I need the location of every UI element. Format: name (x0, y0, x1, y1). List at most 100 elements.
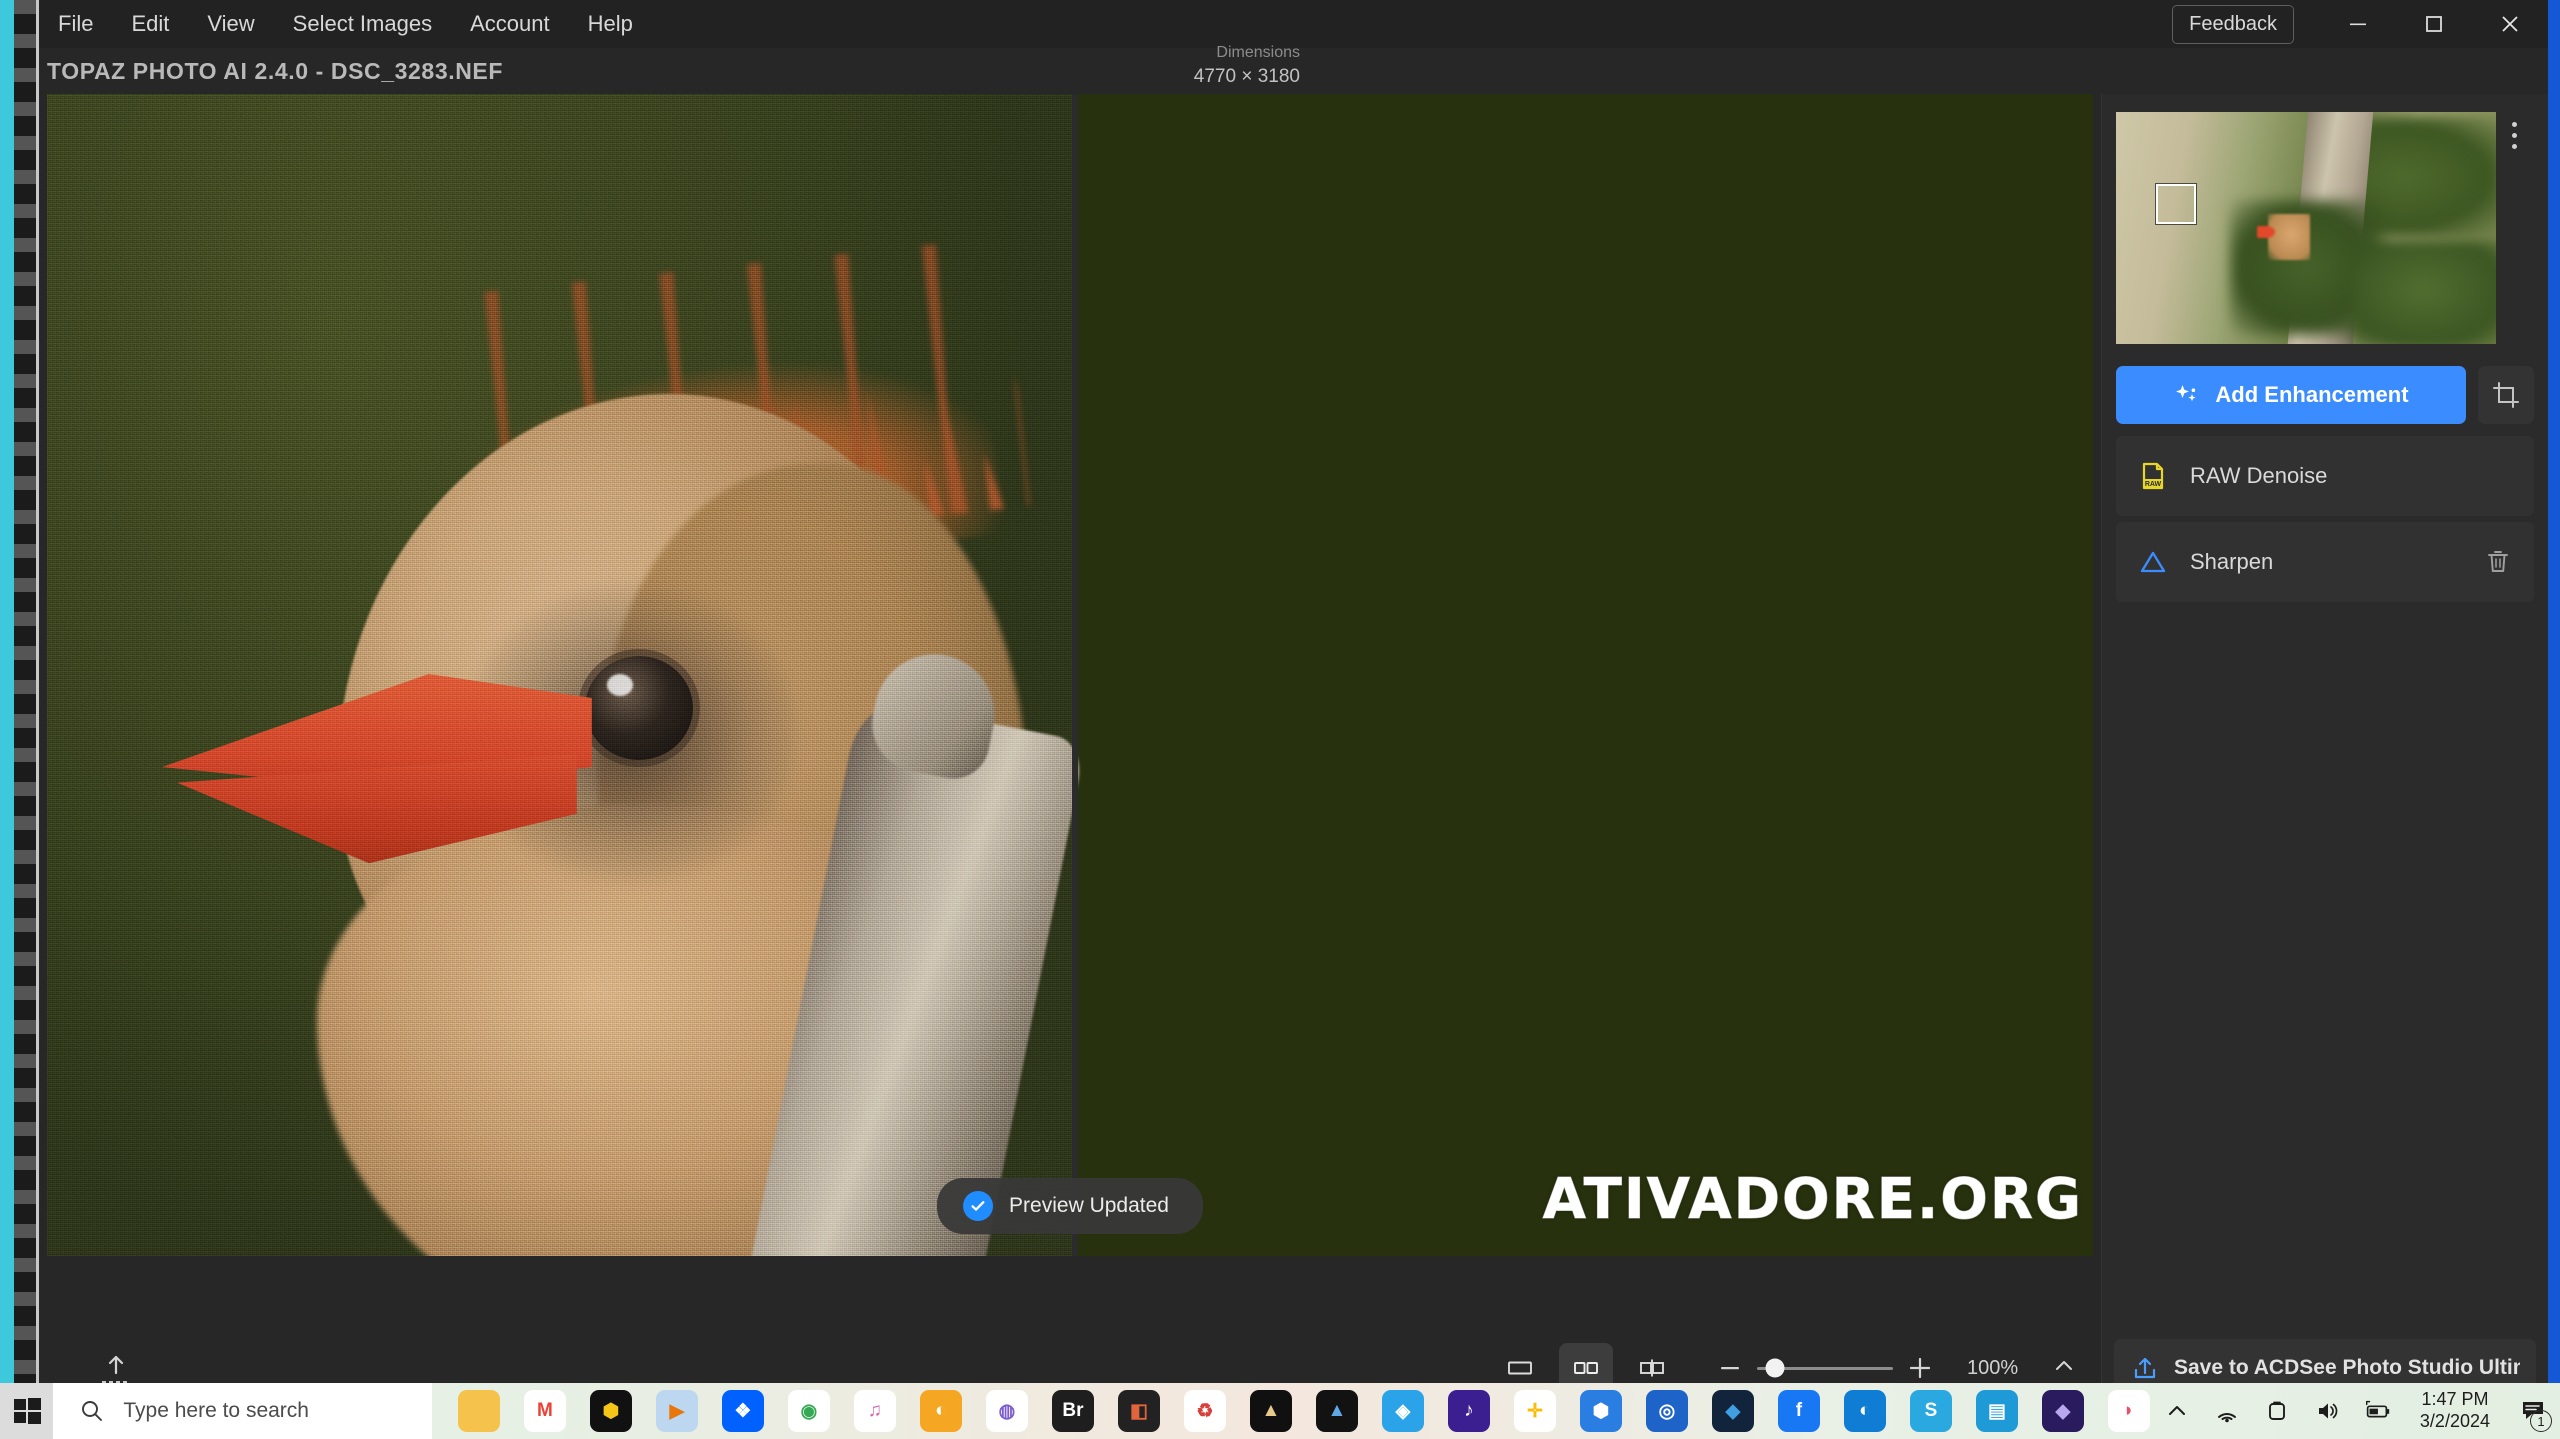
menu-item-account[interactable]: Account (451, 5, 569, 43)
taskbar-app-skype[interactable]: S (1898, 1383, 1964, 1439)
menu-item-file[interactable]: File (39, 5, 112, 43)
enhancement-row-sharpen[interactable]: Sharpen (2116, 522, 2534, 602)
zoom-out-button[interactable] (1717, 1355, 1743, 1381)
menu-item-edit[interactable]: Edit (112, 5, 188, 43)
taskbar-app-media-player[interactable]: ▶ (644, 1383, 710, 1439)
ccleaner-icon: ♻ (1183, 1390, 1226, 1432)
maximize-button[interactable] (2396, 0, 2472, 48)
zoom-slider-group (1717, 1355, 1933, 1381)
minimize-button[interactable] (2320, 0, 2396, 48)
system-tray: 1:47 PM 3/2/2024 1 (2162, 1383, 2560, 1439)
menu-bar: File Edit View Select Images Account Hel… (39, 5, 652, 43)
luminar-neo-icon: ▲ (1249, 1390, 1292, 1432)
network-button[interactable] (2212, 1396, 2242, 1426)
enhancement-row-raw-denoise[interactable]: RAW RAW Denoise (2116, 436, 2534, 516)
canvas-area: ATIVADORE.ORG Preview Updated 100% (39, 94, 2101, 1404)
taskbar-app-google-chrome[interactable]: ◉ (776, 1383, 842, 1439)
close-button[interactable] (2472, 0, 2548, 48)
navigator-foliage-right (2351, 239, 2496, 344)
check-circle-icon (963, 1191, 994, 1221)
taskbar-app-paint-3d[interactable]: ◗ (2096, 1383, 2162, 1439)
notifications-button[interactable]: 1 (2518, 1396, 2552, 1432)
volume-button[interactable] (2312, 1396, 2342, 1426)
image-viewport[interactable]: ATIVADORE.ORG Preview Updated (47, 94, 2093, 1256)
original-image-pane[interactable] (47, 94, 1072, 1256)
panel-action-row: Add Enhancement (2116, 366, 2534, 424)
tray-overflow-button[interactable] (2162, 1396, 2192, 1426)
taskbar-app-edge-browser[interactable]: ◐ (1832, 1383, 1898, 1439)
itunes-icon: ♫ (853, 1390, 896, 1432)
taskbar-app-thunderbird[interactable]: ◐ (908, 1383, 974, 1439)
taskbar-app-acdsee[interactable]: ◧ (1106, 1383, 1172, 1439)
search-icon (82, 1401, 103, 1421)
taskbar-app-sharex[interactable]: ◆ (1700, 1383, 1766, 1439)
clock-time: 1:47 PM (2421, 1389, 2489, 1410)
dimensions-value: 4770 × 3180 (1193, 65, 1300, 87)
navigator-more-options-button[interactable] (2496, 112, 2532, 344)
taskbar-app-luminar-neo[interactable]: ▲ (1238, 1383, 1304, 1439)
taskbar-app-google-photos[interactable]: ✛ (1502, 1383, 1568, 1439)
speaker-icon (2318, 1403, 2338, 1419)
taskbar-app-exodus-wallet[interactable]: ◆ (2030, 1383, 2096, 1439)
svg-text:RAW: RAW (2145, 481, 2162, 488)
menu-item-help[interactable]: Help (569, 5, 652, 43)
taskbar-app-gemini-photos[interactable]: ◈ (1370, 1383, 1436, 1439)
maximize-icon (2426, 16, 2442, 32)
zoom-preset-button[interactable] (2051, 1353, 2077, 1384)
image-dimensions-readout: Dimensions 4770 × 3180 (1194, 42, 1300, 89)
title-bar: File Edit View Select Images Account Hel… (39, 0, 2548, 48)
taskbar-app-facebook[interactable]: f (1766, 1383, 1832, 1439)
feedback-button[interactable]: Feedback (2172, 4, 2294, 44)
acdsee-icon: ◧ (1117, 1390, 1160, 1432)
taskbar-app-microsoft-365[interactable]: ◍ (974, 1383, 1040, 1439)
split-view-divider[interactable] (1072, 94, 1078, 1256)
enhancement-label-raw-denoise: RAW Denoise (2190, 463, 2328, 488)
taskbar-app-dropbox[interactable]: ❖ (710, 1383, 776, 1439)
menu-item-view[interactable]: View (188, 5, 273, 43)
taskbar-app-adobe-bridge[interactable]: Br (1040, 1383, 1106, 1439)
battery-button[interactable] (2362, 1396, 2392, 1426)
chevron-up-icon (2056, 1360, 2072, 1370)
enhanced-image-pane[interactable] (1078, 94, 2093, 1256)
taskbar-app-honeygain[interactable]: ⬢ (578, 1383, 644, 1439)
taskbar-app-itunes[interactable]: ♫ (842, 1383, 908, 1439)
upload-icon (2134, 1357, 2156, 1379)
topaz-photo-ai-window: File Edit View Select Images Account Hel… (39, 0, 2548, 1404)
file-explorer-icon (457, 1390, 500, 1432)
delete-sharpen-button[interactable] (2484, 547, 2514, 577)
navigator-thumbnail[interactable] (2116, 112, 2496, 344)
taskbar-app-dxo-photolab[interactable]: ◎ (1634, 1383, 1700, 1439)
close-icon (2502, 16, 2518, 32)
taskbar-clock[interactable]: 1:47 PM 3/2/2024 (2412, 1389, 2498, 1432)
taskbar-app-brave-browser[interactable]: ⬢ (1568, 1383, 1634, 1439)
edge-browser-icon: ◐ (1843, 1390, 1886, 1432)
taskbar-app-file-explorer[interactable] (446, 1383, 512, 1439)
app-body: ATIVADORE.ORG Preview Updated 100% Add E… (39, 94, 2548, 1404)
zoom-slider-thumb[interactable] (1765, 1358, 1785, 1378)
dropbox-icon: ❖ (721, 1390, 764, 1432)
google-chrome-icon: ◉ (787, 1390, 830, 1432)
thunderbird-icon: ◐ (919, 1390, 962, 1432)
taskbar-app-store[interactable]: ▤ (1964, 1383, 2030, 1439)
crop-icon (2493, 382, 2519, 408)
zoom-in-button[interactable] (1907, 1355, 1933, 1381)
media-player-icon: ▶ (655, 1390, 698, 1432)
start-button[interactable] (0, 1383, 54, 1439)
crop-tool-button[interactable] (2478, 366, 2534, 424)
topaz-photo-ai-icon: ▲ (1315, 1390, 1358, 1432)
taskbar-app-ccleaner[interactable]: ♻ (1172, 1383, 1238, 1439)
single-pane-icon (1508, 1361, 1532, 1375)
enhanced-photo (1078, 94, 2093, 1256)
onedrive-button[interactable] (2262, 1396, 2292, 1426)
add-enhancement-button[interactable]: Add Enhancement (2116, 366, 2466, 424)
brave-browser-icon: ⬢ (1579, 1390, 1622, 1432)
taskbar-search-box[interactable]: Type here to search (53, 1383, 432, 1439)
taskbar-app-gmail[interactable]: M (512, 1383, 578, 1439)
taskbar-app-topaz-photo-ai[interactable]: ▲ (1304, 1383, 1370, 1439)
taskbar-app-amazon-music[interactable]: ♪ (1436, 1383, 1502, 1439)
dual-pane-icon (1574, 1362, 1598, 1374)
menu-item-select-images[interactable]: Select Images (274, 5, 451, 43)
zoom-slider-track[interactable] (1757, 1358, 1893, 1378)
navigator-viewport-selection[interactable] (2156, 184, 2196, 224)
trash-icon (2488, 551, 2508, 572)
